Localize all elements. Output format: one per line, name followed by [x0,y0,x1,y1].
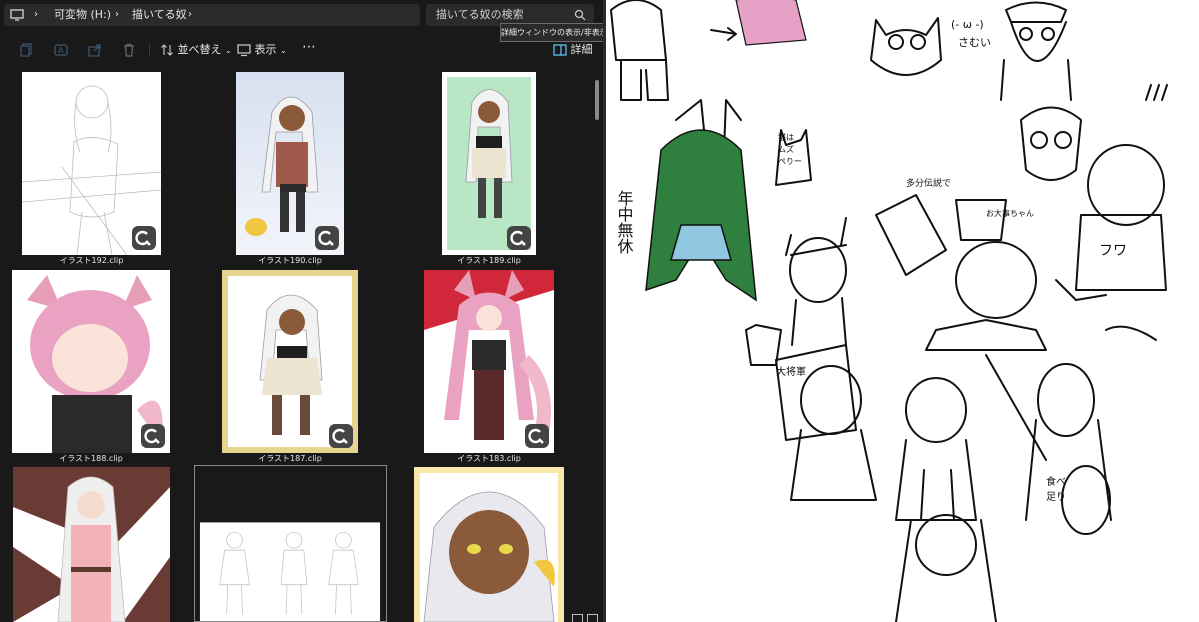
file-explorer-window: › 可変物 (H:) › 描いてる奴 › 描いてる奴の検索 詳細ウィンドウの表示… [0,0,603,622]
scrollbar-thumb[interactable] [595,80,599,120]
canvas-note: 食べ [1046,475,1066,488]
chevron-right-icon[interactable]: › [188,4,192,26]
file-name[interactable]: イラスト190.clip [236,255,344,267]
address-bar[interactable]: › 可変物 (H:) › 描いてる奴 › [4,4,420,26]
details-pane-icon [553,44,567,56]
clip-studio-icon [141,424,165,448]
chevron-down-icon: ⌄ [280,46,287,55]
svg-text:A: A [58,46,64,55]
file-name[interactable]: イラスト188.clip [12,453,170,465]
sort-button[interactable]: 並べ替え ⌄ [160,40,232,60]
canvas-note: 猫は [778,132,794,142]
clip-studio-icon [507,226,531,250]
trash-icon[interactable] [122,40,136,60]
canvas-note: ムズ [778,144,794,154]
canvas-note: お大事ちゃん [986,208,1034,218]
share-icon[interactable] [88,40,102,60]
file-thumbnail[interactable] [236,72,344,255]
tooltip: 詳細ウィンドウの表示/非表示を切り替えます。 [500,23,603,42]
sketch-thumbnail-image [199,522,381,621]
file-thumbnail[interactable] [222,270,358,453]
clip-studio-icon [315,226,339,250]
canvas-note: 年中無休 [615,190,634,254]
file-thumbnail[interactable] [13,467,170,622]
clip-studio-icon [525,424,549,448]
breadcrumb-drive[interactable]: 可変物 (H:) [54,4,111,26]
view-label: 表示 [254,43,277,56]
sort-icon [161,44,173,56]
chevron-down-icon: ⌄ [225,46,232,55]
canvas-note: 大将軍 [776,365,806,378]
canvas-note: フワ [1099,243,1127,259]
illustration-thumbnail-image [13,467,170,622]
view-button[interactable]: 表示 ⌄ [237,40,287,60]
details-label: 詳細 [570,43,593,56]
file-name[interactable]: イラスト189.clip [442,255,536,267]
file-grid: イラスト192.clip イラスト190.clip イラスト189.clip イ… [0,66,603,622]
breadcrumb-folder[interactable]: 描いてる奴 [132,4,187,26]
doodle-sketches: 年中無休 (- ω -) さむい 多分伝説で お大事ちゃん 大将軍 フワ 猫は … [610,0,1168,622]
file-name[interactable]: イラスト183.clip [424,453,554,465]
file-name[interactable]: イラスト187.clip [222,453,358,465]
more-options-icon[interactable]: ⋯ [302,37,317,57]
file-thumbnail[interactable] [442,72,536,255]
file-thumbnail[interactable] [12,270,170,453]
illustration-thumbnail-image [420,473,558,622]
file-name[interactable]: イラスト192.clip [22,255,161,267]
canvas-note: 足り [1046,491,1066,503]
canvas-note: ぺりー [778,157,802,166]
chevron-right-icon: › [34,9,38,20]
search-icon [574,9,586,21]
drawing-canvas: 年中無休 (- ω -) さむい 多分伝説で お大事ちゃん 大将軍 フワ 猫は … [606,0,1199,622]
file-thumbnail[interactable] [414,467,564,622]
monitor-icon [237,44,251,57]
large-icons-view-icon[interactable] [587,614,598,622]
sort-label: 並べ替え [177,43,222,56]
canvas-note: さむい [958,36,991,49]
pc-icon[interactable] [10,4,24,26]
canvas-note: (- ω -) [951,18,984,31]
rename-icon[interactable]: A [54,40,68,60]
file-thumbnail[interactable] [22,72,161,255]
clip-studio-icon [329,424,353,448]
vertical-scrollbar[interactable] [595,70,599,610]
chevron-right-icon: › [115,9,119,20]
canvas-note: 多分伝説で [906,177,951,189]
toolbar-divider [149,43,150,57]
clip-studio-icon [132,226,156,250]
file-thumbnail[interactable] [194,465,387,622]
details-view-icon[interactable] [572,614,583,622]
details-pane-button[interactable]: 詳細 [553,40,593,60]
file-thumbnail[interactable] [424,270,554,453]
copy-icon[interactable] [20,40,34,60]
